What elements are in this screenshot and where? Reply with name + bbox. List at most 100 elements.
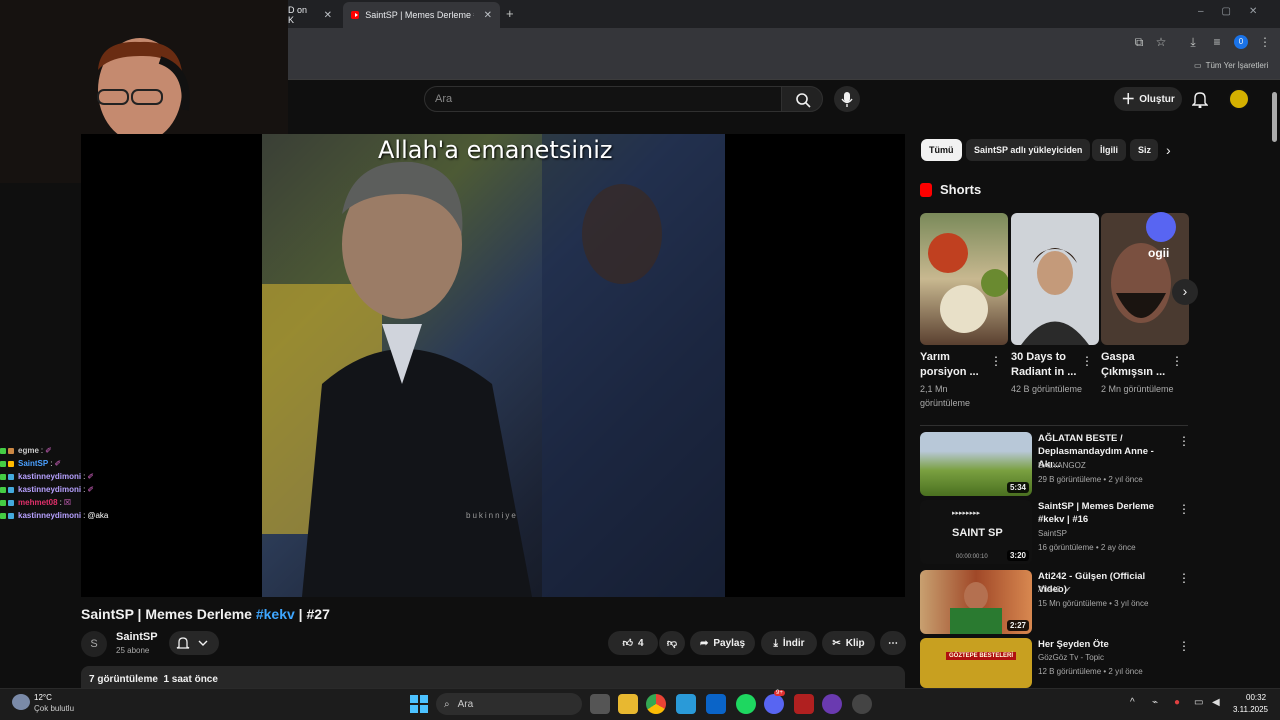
download-icon[interactable]: ⤓ [1186,35,1200,49]
window-controls[interactable]: –▢✕ [1198,6,1275,17]
chat-badge-icon [0,499,6,506]
recommended-menu-icon[interactable]: ⋮ [1178,503,1190,515]
clock-time[interactable]: 00:32 [1246,693,1266,702]
microphone-muted-icon[interactable]: ● [1174,697,1180,708]
more-horizontal-icon: ⋯ [888,637,898,649]
chip-related[interactable]: İlgili [1092,139,1126,161]
short-title[interactable]: Gaspa Çıkmışsın ... [1101,350,1173,380]
weather-desc[interactable]: Çok bulutlu [34,704,74,713]
notifications-bell-icon[interactable] [1191,90,1209,111]
share-button[interactable]: ➦ Paylaş [690,631,755,655]
app-icon[interactable] [794,694,814,714]
volume-icon[interactable]: ◀ [1212,697,1220,708]
channel-name[interactable]: SaintSP [116,631,158,643]
recommended-channel[interactable]: BALYANGOZ [1038,459,1178,473]
short-thumbnail[interactable] [1011,213,1099,345]
discord-icon[interactable] [764,694,784,714]
weather-cloud-icon[interactable] [12,694,30,710]
shorts-next-chevron-icon[interactable]: › [1172,279,1198,305]
file-explorer-icon[interactable] [618,694,638,714]
chips-next-chevron-icon[interactable]: › [1166,142,1171,158]
recommended-menu-icon[interactable]: ⋮ [1178,435,1190,447]
clip-button[interactable]: ✂ Klip [822,631,875,655]
store-icon[interactable] [676,694,696,714]
network-icon[interactable]: ⌁ [1152,697,1158,708]
scissors-icon: ✂ [832,637,841,649]
recommended-thumbnail[interactable]: GÖZTEPE BESTELERİ [920,638,1032,688]
tray-chevron-icon[interactable]: ^ [1130,697,1135,708]
recommended-title[interactable]: SaintSP | Memes Derleme #kekv | #16 [1038,500,1174,526]
recommended-title[interactable]: Her Şeyden Öte [1038,638,1174,651]
recommended-channel[interactable]: SaintSP [1038,527,1178,541]
subscription-bell-button[interactable] [169,631,219,655]
obs-icon[interactable] [852,694,872,714]
recommended-menu-icon[interactable]: ⋮ [1178,640,1190,652]
video-duration: 3:20 [1006,550,1029,561]
menu-kebab-icon[interactable]: ⋮ [1258,35,1272,49]
chat-message: mehmet08: ☒ [0,496,300,509]
voice-search-button[interactable] [834,86,860,112]
chat-text: ✐ [54,459,62,468]
browser-tab-active[interactable]: SaintSP | Memes Derleme #kekv ✕ [343,2,500,28]
video-watermark: bukinniye [466,511,518,520]
short-title[interactable]: Yarım porsiyon ... [920,350,992,380]
browser-tab[interactable]: D on K ✕ [280,2,340,28]
bookmark-star-icon[interactable]: ☆ [1154,35,1168,49]
chip-you[interactable]: Siz [1130,139,1158,161]
clock-date[interactable]: 3.11.2025 [1233,705,1268,714]
cast-icon[interactable]: ⧉ [1132,35,1146,49]
app-icon[interactable] [822,694,842,714]
new-tab-button[interactable]: + [506,6,514,21]
recommended-menu-icon[interactable]: ⋮ [1178,572,1190,584]
download-button[interactable]: ⤓ İndir [761,631,817,655]
discord-icon [1146,212,1176,242]
scrollbar[interactable] [1272,92,1276,686]
account-avatar[interactable] [1228,88,1250,110]
display-icon[interactable]: ▭ [1194,697,1203,708]
search-button[interactable] [781,86,823,112]
media-icon[interactable]: ≡ [1210,35,1224,49]
like-button[interactable]: 👍︎ 4 [608,631,658,655]
short-menu-icon[interactable]: ⋮ [990,355,1002,367]
subscriber-count: 25 abone [116,646,150,655]
weather-temp[interactable]: 12°C [34,693,52,702]
folder-icon: ▭ [1194,61,1202,70]
taskbar-search[interactable]: ⌕ Ara [436,693,582,715]
thumbnail-text: ▸▸▸▸▸▸▸▸ [952,510,981,517]
chip-all[interactable]: Tümü [921,139,962,161]
search-input[interactable]: Ara [424,86,782,112]
chip-from-uploader[interactable]: SaintSP adlı yükleyiciden [966,139,1091,161]
dislike-button[interactable]: 👎︎ [659,631,685,655]
close-tab-icon[interactable]: ✕ [484,10,492,21]
create-button[interactable]: ＋ Oluştur [1114,87,1182,111]
profile-avatar[interactable]: 0 [1234,35,1248,49]
channel-avatar[interactable]: S [81,631,107,657]
close-tab-icon[interactable]: ✕ [324,10,332,21]
chat-badge-icon [8,486,14,493]
tab-title: D on K [288,5,308,25]
all-bookmarks-button[interactable]: ▭ Tüm Yer İşaretleri [1194,61,1268,70]
chat-message: kastinneydimoni: @aka [0,509,300,522]
spotify-icon[interactable] [736,694,756,714]
recommended-thumbnail[interactable]: 2:27 [920,570,1032,634]
hashtag-link[interactable]: #kekv [256,606,295,622]
thumbs-down-icon: 👎︎ [666,638,678,649]
short-title[interactable]: 30 Days to Radiant in ... [1011,350,1083,380]
recommended-channel[interactable]: Ati242 ✔ [1038,583,1178,597]
short-menu-icon[interactable]: ⋮ [1171,355,1183,367]
recommended-thumbnail[interactable]: ▸▸▸▸▸▸▸▸ SAINT SP 00:00:00:10 3:20 [920,500,1032,564]
outlook-icon[interactable] [706,694,726,714]
short-menu-icon[interactable]: ⋮ [1081,355,1093,367]
chrome-icon[interactable] [646,694,666,714]
task-view-icon[interactable] [590,694,610,714]
short-thumbnail[interactable] [920,213,1008,345]
download-icon: ⤓ [773,637,778,649]
short-thumbnail[interactable] [1101,213,1189,345]
scrollbar-thumb[interactable] [1272,92,1277,142]
chat-username: egme [18,446,39,455]
recommended-channel[interactable]: GözGöz Tv - Topic [1038,651,1178,665]
chat-text: ☒ [63,498,71,507]
recommended-thumbnail[interactable]: 5:34 [920,432,1032,496]
windows-start-icon[interactable] [410,695,428,713]
more-actions-button[interactable]: ⋯ [880,631,906,655]
